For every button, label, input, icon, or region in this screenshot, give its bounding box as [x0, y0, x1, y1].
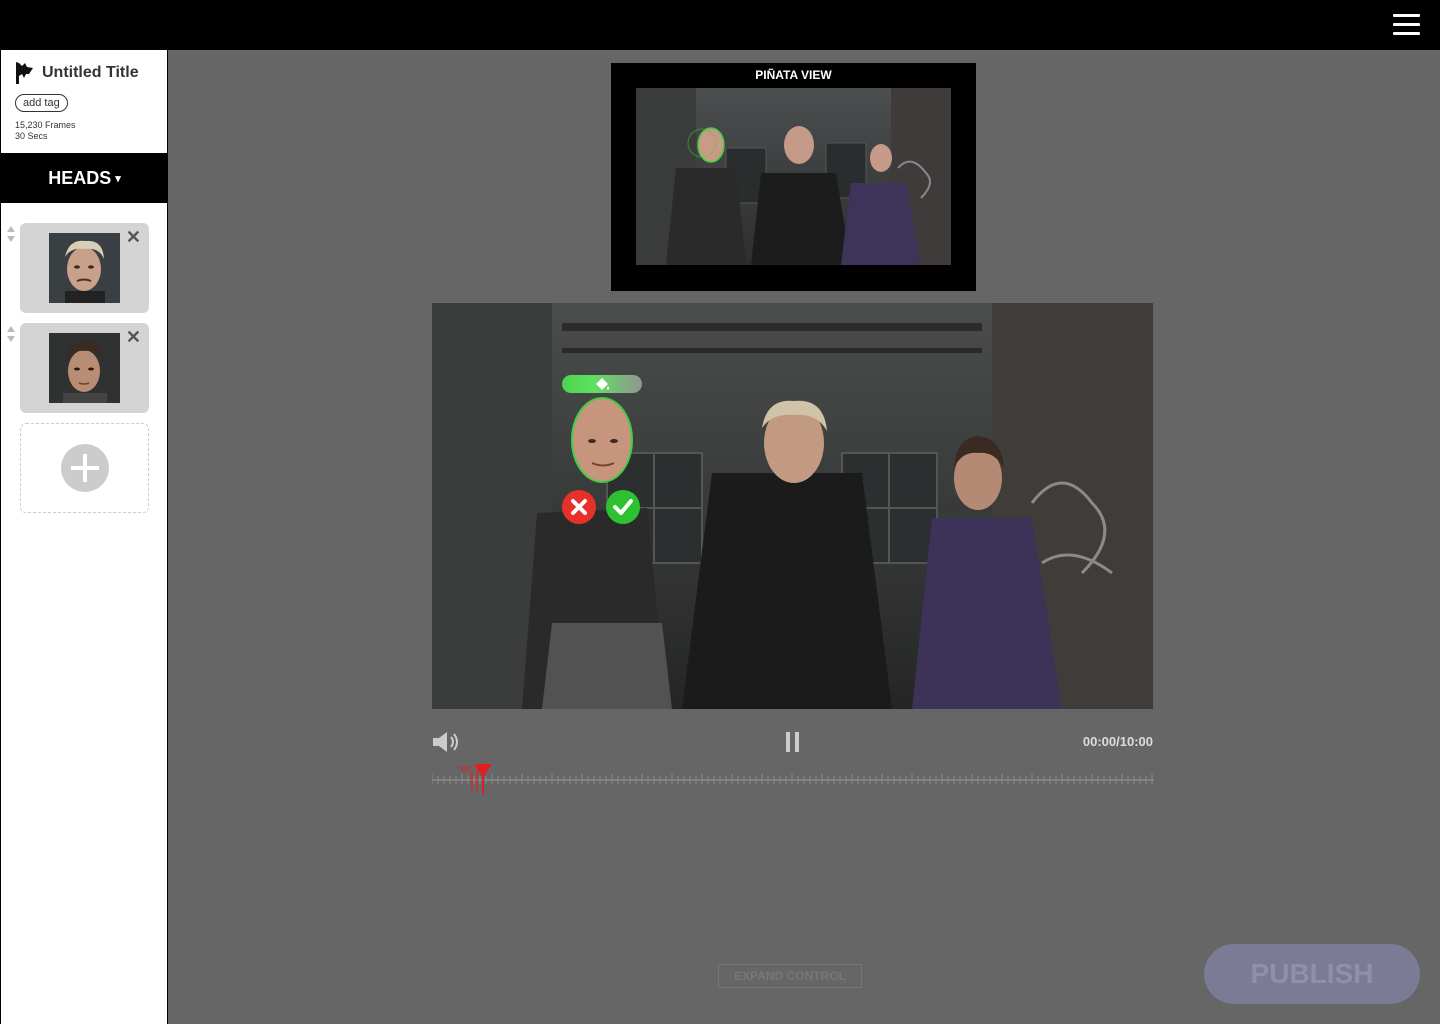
reject-button[interactable]: [562, 490, 596, 524]
accept-button[interactable]: [606, 490, 640, 524]
volume-icon[interactable]: [432, 731, 462, 753]
pinata-preview-image[interactable]: [636, 88, 951, 265]
video-canvas[interactable]: [432, 303, 1153, 709]
frame-count: 15,230 Frames: [15, 120, 76, 130]
plus-icon: [61, 444, 109, 492]
heads-label: HEADS: [48, 167, 112, 188]
sidebar: Untitled Title add tag 15,230 Frames 30 …: [0, 50, 168, 1024]
check-icon: [613, 499, 633, 515]
head-thumbnail: [49, 333, 120, 403]
hamburger-icon[interactable]: [1393, 14, 1420, 36]
pinata-view-title: PIÑATA VIEW: [755, 68, 832, 82]
head-thumbnail: [49, 233, 120, 303]
add-head-button[interactable]: [20, 423, 149, 513]
time-display: 00:00/10:00: [1082, 734, 1153, 749]
pause-button[interactable]: [786, 732, 800, 752]
project-title[interactable]: Untitled Title: [42, 64, 139, 82]
x-icon: [571, 499, 587, 515]
top-bar: [0, 0, 1440, 50]
close-icon[interactable]: ✕: [126, 328, 141, 346]
pinata-view-panel: PIÑATA VIEW: [611, 63, 976, 291]
close-icon[interactable]: ✕: [126, 228, 141, 246]
duration: 30 Secs: [15, 131, 48, 141]
reorder-handle-icon[interactable]: [6, 224, 16, 244]
reorder-handle-icon[interactable]: [6, 324, 16, 344]
heads-dropdown[interactable]: HEADS ▾: [1, 153, 168, 203]
expand-control-button[interactable]: EXPAND CONTROL: [718, 964, 862, 988]
add-tag-button[interactable]: add tag: [15, 94, 68, 112]
pinata-logo-icon: [16, 62, 33, 84]
head-card[interactable]: ✕: [20, 323, 149, 413]
head-card[interactable]: ✕: [20, 223, 149, 313]
publish-button[interactable]: PUBLISH: [1204, 944, 1420, 1004]
timeline-scrubber[interactable]: [432, 760, 1154, 796]
project-header: Untitled Title add tag 15,230 Frames 30 …: [1, 50, 167, 153]
pause-icon: [786, 732, 790, 752]
chevron-down-icon: ▾: [115, 172, 121, 185]
paint-bucket-icon: [596, 378, 609, 390]
project-meta: 15,230 Frames 30 Secs: [15, 120, 167, 142]
